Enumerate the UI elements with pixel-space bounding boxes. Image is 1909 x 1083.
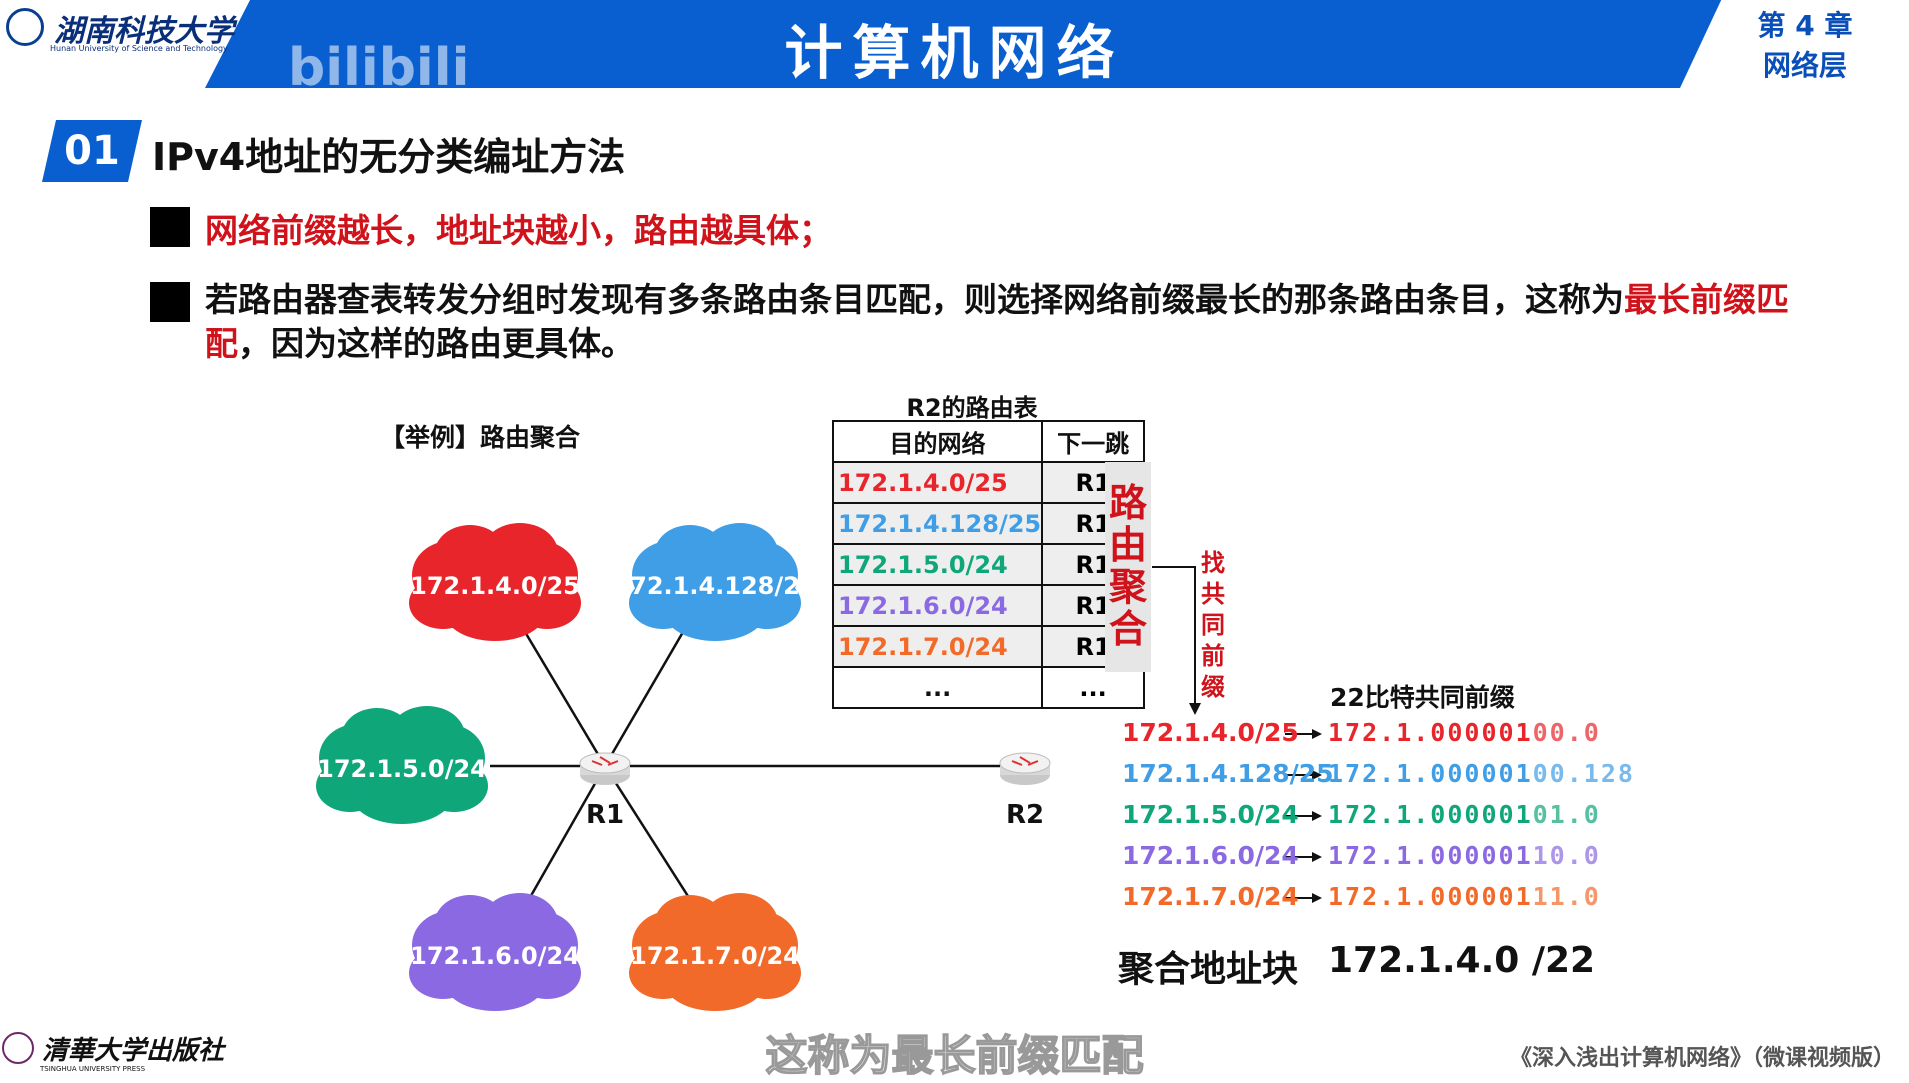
cloud-172-1-4-0: 172.1.4.0/25: [409, 523, 581, 641]
cloud-172-1-6-0: 172.1.6.0/24: [409, 893, 581, 1011]
prefix-remaining-bits: 01.0: [1532, 800, 1601, 829]
prefix-network: 172.1.7.0/24: [1122, 882, 1299, 911]
header-next-hop: 下一跳: [1041, 420, 1146, 463]
prefix-network: 172.1.6.0/24: [1122, 841, 1299, 870]
link-r1-cloud5: [603, 765, 702, 916]
arrow-right-icon: [1312, 811, 1322, 821]
arrow-right-icon: [1312, 893, 1322, 903]
prefix-binary: 172.1.00000111.0: [1328, 882, 1601, 911]
router-r2-icon: [999, 752, 1051, 785]
cloud-172-1-5-0: 172.1.5.0/24: [316, 706, 488, 824]
prefix-network: 172.1.5.0/24: [1122, 800, 1299, 829]
link-r1-cloud4: [518, 765, 607, 916]
prefix-binary: 172.1.00000101.0: [1328, 800, 1601, 829]
prefix-remaining-bits: 10.0: [1532, 841, 1601, 870]
route-table-row: 172.1.7.0/24 R1: [831, 625, 1146, 668]
prefix-common-bits: 172.1.000001: [1328, 882, 1533, 911]
router-r2-label: R2: [1006, 800, 1044, 830]
prefix-binary: 172.1.00000100.0: [1328, 718, 1601, 747]
find-prefix-arrow-icon: [1189, 703, 1201, 715]
route-table-row: ......: [831, 666, 1146, 709]
prefix-remaining-bits: 00.128: [1532, 759, 1635, 788]
cloud-label: 172.1.5.0/24: [317, 755, 487, 783]
prefix-title: 22比特共同前缀: [1330, 683, 1515, 712]
cloud-label: 172.1.4.0/25: [410, 572, 580, 600]
arrow-right-icon: [1312, 852, 1322, 862]
aggregation-label: 路由聚合: [1108, 481, 1147, 651]
router-r1-icon: [579, 752, 631, 785]
prefix-common-bits: 172.1.000001: [1328, 800, 1533, 829]
find-prefix-label: 找共同前缀: [1201, 549, 1225, 701]
cloud-label: 172.1.6.0/24: [410, 942, 580, 970]
prefix-binary: 172.1.00000110.0: [1328, 841, 1601, 870]
prefix-remaining-bits: 11.0: [1532, 882, 1601, 911]
prefix-network: 172.1.4.128/25: [1122, 759, 1334, 788]
link-r1-cloud2: [603, 619, 692, 767]
prefix-common-bits: 172.1.000001: [1328, 841, 1533, 870]
route-table-title: R2的路由表: [906, 394, 1038, 422]
route-table-row: 172.1.6.0/24 R1: [831, 584, 1146, 627]
router-r1-label: R1: [586, 800, 624, 830]
find-prefix-connector: [1152, 566, 1196, 705]
cloud-label: 172.1.4.128/25: [613, 572, 816, 600]
route-dest-cell: 172.1.6.0/24: [831, 584, 1044, 627]
prefix-common-bits: 172.1.000001: [1328, 759, 1533, 788]
route-table-header: 目的网络 下一跳: [831, 420, 1146, 463]
route-table-row: 172.1.5.0/24 R1: [831, 543, 1146, 586]
prefix-remaining-bits: 00.0: [1532, 718, 1601, 747]
route-table-row: 172.1.4.0/25 R1: [831, 461, 1146, 504]
prefix-binary: 172.1.00000100.128: [1328, 759, 1635, 788]
arrow-right-icon: [1312, 729, 1322, 739]
prefix-network: 172.1.4.0/25: [1122, 718, 1299, 747]
header-dest: 目的网络: [831, 420, 1044, 463]
route-table-row: 172.1.4.128/25 R1: [831, 502, 1146, 545]
route-table: 目的网络 下一跳 172.1.4.0/25 R1 172.1.4.128/25 R1 1…: [831, 420, 1146, 709]
aggregate-value: 172.1.4.0 /22: [1328, 940, 1596, 981]
route-dest-cell: ...: [831, 666, 1044, 709]
cloud-172-1-4-128: 172.1.4.128/25: [613, 523, 817, 641]
route-next-hop-cell: ...: [1041, 666, 1146, 709]
route-dest-cell: 172.1.4.128/25: [831, 502, 1044, 545]
route-dest-cell: 172.1.7.0/24: [831, 625, 1044, 668]
book-title: 《深入浅出计算机网络》（微课视频版）: [1510, 1046, 1896, 1071]
cloud-172-1-7-0: 172.1.7.0/24: [629, 893, 801, 1011]
route-dest-cell: 172.1.4.0/25: [831, 461, 1044, 504]
aggregate-label: 聚合地址块: [1118, 949, 1299, 990]
route-dest-cell: 172.1.5.0/24: [831, 543, 1044, 586]
prefix-common-bits: 172.1.000001: [1328, 718, 1533, 747]
cloud-label: 172.1.7.0/24: [630, 942, 800, 970]
